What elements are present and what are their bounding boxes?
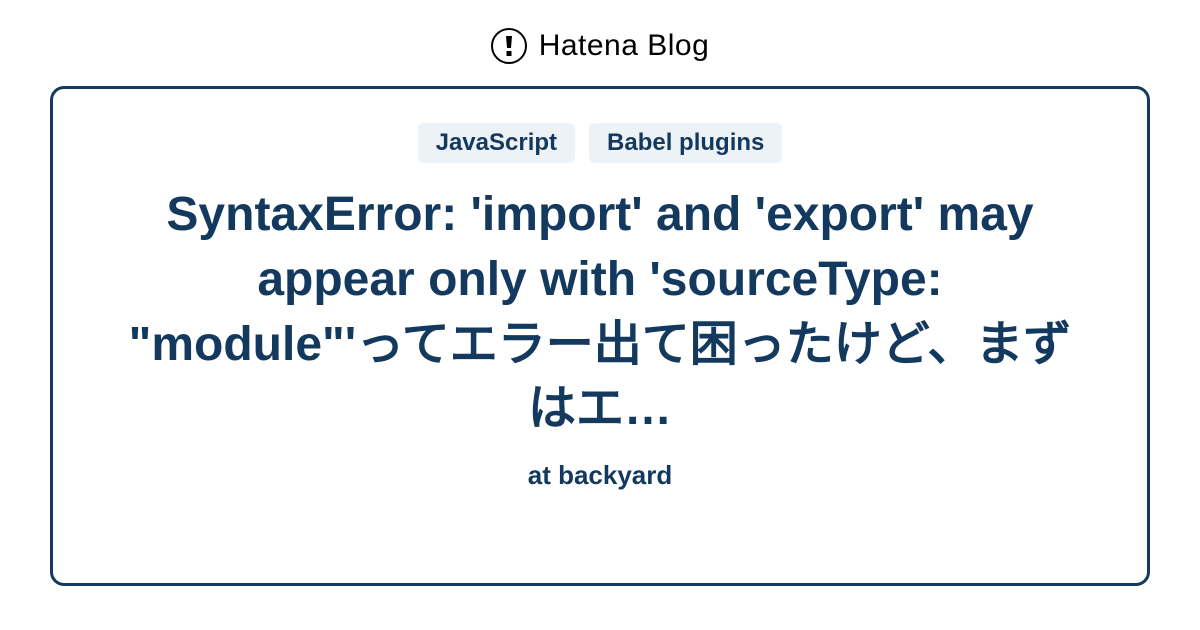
hatena-logo-icon (491, 28, 527, 64)
tag[interactable]: JavaScript (418, 123, 575, 163)
author-name: at backyard (528, 460, 673, 491)
tag-list: JavaScript Babel plugins (418, 123, 783, 163)
brand-name: Hatena Blog (539, 29, 710, 63)
article-card: JavaScript Babel plugins SyntaxError: 'i… (50, 86, 1150, 586)
tag[interactable]: Babel plugins (589, 123, 782, 163)
article-title: SyntaxError: 'import' and 'export' may a… (120, 183, 1080, 442)
header: Hatena Blog (0, 0, 1200, 86)
